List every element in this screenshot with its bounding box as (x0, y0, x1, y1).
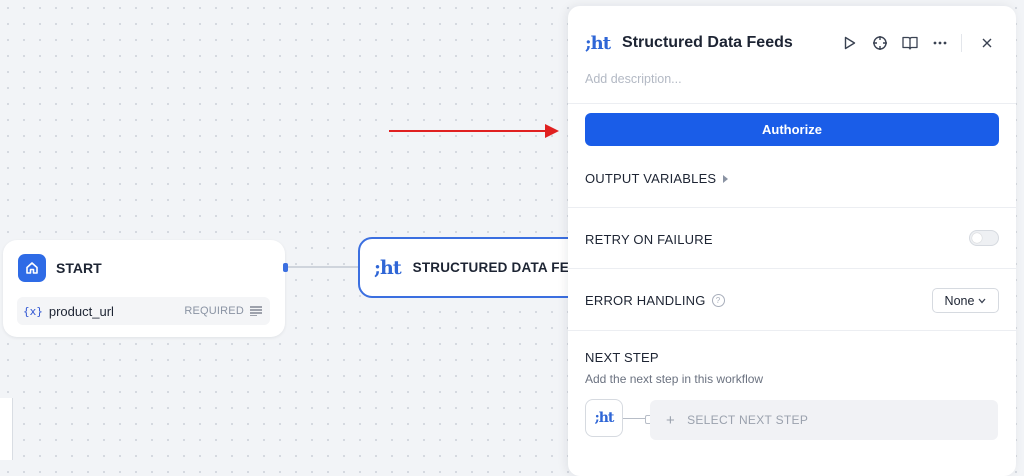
error-handling-value: None (944, 293, 975, 308)
start-node-header: START (18, 254, 102, 282)
more-icon[interactable] (925, 29, 955, 57)
required-badge: REQUIRED (184, 305, 244, 317)
current-step-logo: ;ht (594, 410, 615, 426)
description-input[interactable]: Add description... (585, 72, 682, 86)
caret-right-icon (723, 174, 729, 183)
next-step-section: NEXT STEP (585, 350, 659, 365)
next-step-subtitle: Add the next step in this workflow (585, 372, 764, 386)
authorize-button[interactable]: Authorize (585, 113, 999, 146)
panel-header: ;ht Structured Data Feeds (585, 28, 1002, 58)
header-separator (961, 34, 962, 52)
divider (568, 103, 1016, 104)
home-icon (18, 254, 46, 282)
toggle-knob (972, 233, 982, 243)
node-fragment (0, 398, 13, 460)
divider (568, 330, 1016, 331)
node-connector (288, 266, 360, 268)
retry-label: RETRY ON FAILURE (585, 232, 713, 247)
crosshair-icon[interactable] (865, 29, 895, 57)
start-node[interactable]: START {x} product_url REQUIRED (3, 240, 285, 337)
panel-title: Structured Data Feeds (622, 34, 793, 51)
structured-data-feeds-node[interactable]: ;ht STRUCTURED DATA FEEDS (358, 237, 597, 298)
book-icon[interactable] (895, 29, 925, 57)
header-actions (835, 29, 1002, 57)
start-node-title: START (56, 260, 102, 276)
input-variable-row[interactable]: {x} product_url REQUIRED (17, 297, 270, 325)
close-icon[interactable] (972, 29, 1002, 57)
help-icon[interactable]: ? (711, 294, 725, 307)
retry-section: RETRY ON FAILURE (585, 232, 713, 247)
divider (568, 268, 1016, 269)
error-handling-section: ERROR HANDLING ? (585, 293, 725, 308)
annotation-arrow-head (545, 124, 559, 138)
output-variables-toggle[interactable]: OUTPUT VARIABLES (585, 171, 729, 186)
retry-toggle[interactable] (969, 230, 999, 246)
panel-logo: ;ht (585, 32, 611, 54)
annotation-arrow (389, 130, 547, 132)
variable-name: product_url (48, 303, 114, 319)
error-handling-label: ERROR HANDLING (585, 293, 706, 308)
select-next-step-label: SELECT NEXT STEP (687, 413, 809, 427)
next-step-connector (623, 418, 645, 419)
select-next-step-button[interactable]: + SELECT NEXT STEP (650, 400, 998, 440)
menu-lines-icon[interactable] (250, 304, 262, 319)
current-step-node: ;ht (585, 399, 623, 437)
chevron-down-icon (978, 298, 986, 303)
error-handling-select[interactable]: None (932, 288, 999, 313)
variable-icon: {x} (23, 304, 43, 318)
node-logo: ;ht (374, 256, 402, 279)
plus-icon: + (666, 411, 676, 429)
output-variables-label: OUTPUT VARIABLES (585, 171, 717, 186)
node-settings-panel: ;ht Structured Data Feeds Add descriptio… (568, 6, 1016, 476)
divider (568, 207, 1016, 208)
play-icon[interactable] (835, 29, 865, 57)
next-step-label: NEXT STEP (585, 350, 659, 365)
